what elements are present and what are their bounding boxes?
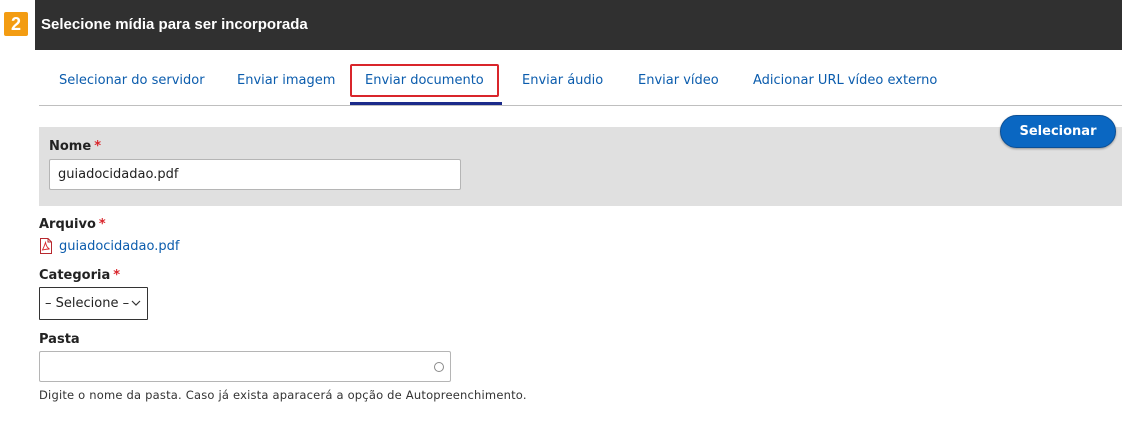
select-button[interactable]: Selecionar	[1000, 115, 1116, 148]
name-label: Nome *	[49, 139, 101, 154]
tab-upload-image[interactable]: Enviar imagem	[237, 56, 335, 105]
step-number-badge: 2	[4, 12, 28, 36]
required-asterisk: *	[98, 217, 106, 232]
tab-upload-document[interactable]: Enviar documento	[350, 56, 502, 105]
file-label: Arquivo *	[39, 217, 106, 232]
category-selected-value: – Selecione –	[45, 296, 130, 311]
category-label: Categoria *	[39, 268, 121, 283]
required-asterisk: *	[94, 139, 101, 154]
tab-add-external-video-url[interactable]: Adicionar URL vídeo externo	[753, 56, 937, 105]
tab-upload-document-label: Enviar documento	[350, 64, 499, 97]
tab-upload-video[interactable]: Enviar vídeo	[638, 56, 719, 105]
required-asterisk: *	[113, 268, 121, 283]
media-tabs: Selecionar do servidor Enviar imagem Env…	[39, 56, 1122, 106]
autocomplete-indicator-icon	[434, 362, 444, 372]
pdf-file-icon	[40, 238, 52, 254]
chevron-down-icon	[131, 300, 141, 306]
tab-upload-audio[interactable]: Enviar áudio	[522, 56, 603, 105]
tab-select-from-server[interactable]: Selecionar do servidor	[59, 56, 205, 105]
category-select[interactable]: – Selecione –	[39, 287, 148, 320]
dialog-title: Selecione mídia para ser incorporada	[35, 0, 1122, 50]
file-name: guiadocidadao.pdf	[59, 238, 180, 254]
folder-input[interactable]	[39, 351, 451, 382]
file-link[interactable]: guiadocidadao.pdf	[40, 238, 179, 254]
folder-label: Pasta	[39, 332, 80, 347]
folder-help-text: Digite o nome da pasta. Caso já exista a…	[39, 388, 527, 402]
name-input[interactable]: guiadocidadao.pdf	[49, 159, 461, 190]
